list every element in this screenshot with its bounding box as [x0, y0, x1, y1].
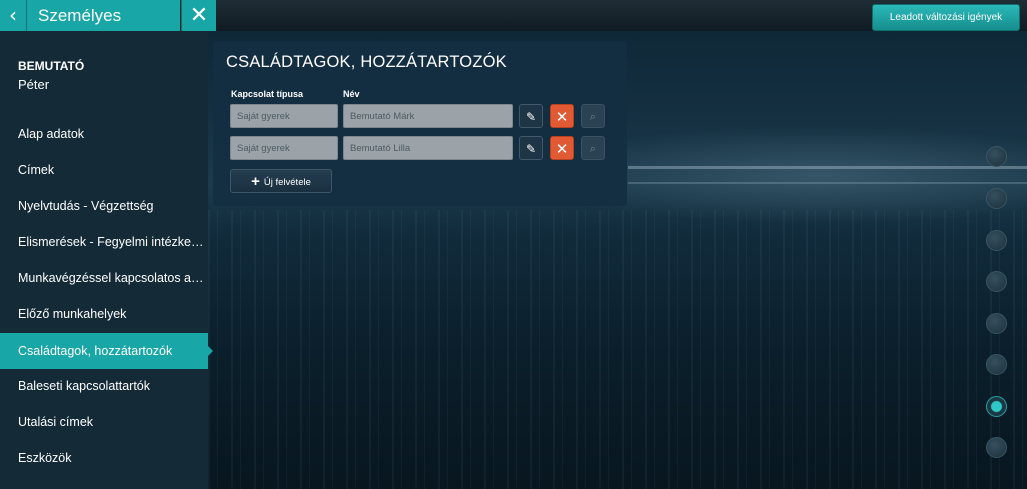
paperclip-icon: ⌕ [589, 142, 597, 155]
close-button[interactable]: ✕ [181, 0, 216, 31]
sidebar-item-eszkozok[interactable]: Eszközök [0, 440, 208, 476]
user-surname: BEMUTATÓ [18, 59, 85, 73]
user-firstname: Péter [18, 77, 50, 92]
attachment-button[interactable]: ⌕ [581, 136, 605, 160]
column-header-name: Név [343, 89, 360, 99]
user-info: BEMUTATÓ Péter [18, 59, 84, 92]
relation-type-field[interactable]: Saját gyerek [230, 136, 338, 160]
sidebar-item-csaladtagok[interactable]: Családtagok, hozzátartozók [0, 333, 208, 369]
sidebar-item-alap-adatok[interactable]: Alap adatok [0, 116, 208, 152]
page-dot[interactable] [986, 188, 1007, 209]
close-icon: ✕ [555, 140, 569, 158]
sidebar-item-cimek[interactable]: Címek [0, 152, 208, 188]
page-title: Személyes adataim [27, 0, 180, 56]
relation-type-field[interactable]: Saját gyerek [230, 104, 338, 128]
delete-button[interactable]: ✕ [550, 136, 574, 160]
name-field[interactable]: Bemutató Márk [343, 104, 513, 128]
page-dot-active[interactable] [986, 396, 1007, 417]
sidebar-item-utalasi-cimek[interactable]: Utalási címek [0, 404, 208, 440]
paperclip-icon: ⌕ [589, 110, 597, 123]
page-dot[interactable] [986, 437, 1007, 458]
sidebar-item-elozo-munkahelyek[interactable]: Előző munkahelyek [0, 296, 208, 332]
close-icon: ✕ [555, 108, 569, 126]
page-dot[interactable] [986, 146, 1007, 167]
edit-button[interactable]: ✎ [519, 136, 543, 160]
background-bridge [628, 166, 1027, 169]
chevron-left-icon: ‹ [9, 3, 17, 27]
sidebar-item-elismeresek[interactable]: Elismerések - Fegyelmi intézkedések [0, 224, 208, 260]
add-new-button[interactable]: + Új felvétele [230, 169, 332, 193]
column-header-type: Kapcsolat típusa [231, 89, 304, 99]
sidebar-item-nyelvtudas[interactable]: Nyelvtudás - Végzettség [0, 188, 208, 224]
name-field[interactable]: Bemutató Lilla [343, 136, 513, 160]
change-requests-button[interactable]: Leadott változási igények [872, 4, 1020, 31]
back-button[interactable]: ‹ [0, 0, 27, 31]
attachment-button[interactable]: ⌕ [581, 104, 605, 128]
pencil-icon: ✎ [525, 142, 537, 156]
page-dot[interactable] [986, 313, 1007, 334]
close-icon: ✕ [189, 3, 209, 28]
family-members-panel: CSALÁDTAGOK, HOZZÁTARTOZÓK Kapcsolat típ… [213, 41, 627, 206]
delete-button[interactable]: ✕ [550, 104, 574, 128]
page-dot[interactable] [986, 354, 1007, 375]
background-reflections [208, 210, 1027, 489]
pencil-icon: ✎ [525, 110, 537, 124]
add-new-label: Új felvétele [263, 177, 311, 188]
panel-title: CSALÁDTAGOK, HOZZÁTARTOZÓK [226, 53, 507, 71]
sidebar: BEMUTATÓ Péter Alap adatok Címek Nyelvtu… [0, 31, 208, 489]
background-bridge-lower [628, 182, 1027, 184]
edit-button[interactable]: ✎ [519, 104, 543, 128]
sidebar-item-munkavegzes[interactable]: Munkavégzéssel kapcsolatos adatok [0, 260, 208, 296]
active-indicator-arrow [208, 346, 213, 356]
page-dot[interactable] [986, 271, 1007, 292]
page-dot[interactable] [986, 230, 1007, 251]
sidebar-item-baleseti-kapcsolattartok[interactable]: Baleseti kapcsolattartók [0, 368, 208, 404]
top-bar: ‹ Személyes adataim ✕ Leadott változási … [0, 0, 1027, 56]
plus-icon: + [251, 173, 260, 190]
